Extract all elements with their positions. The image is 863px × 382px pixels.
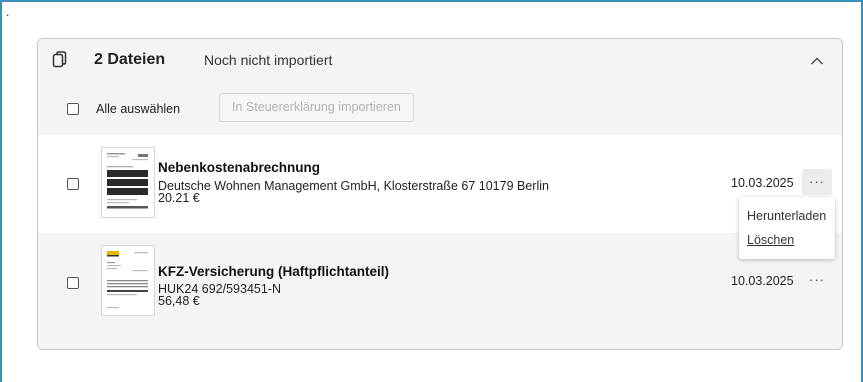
card-header[interactable]: 2 Dateien Noch nicht importiert — [38, 39, 842, 83]
document-checkbox[interactable] — [67, 277, 79, 289]
document-context-menu: Herunterladen Löschen — [739, 197, 835, 259]
file-count: 2 Dateien — [94, 51, 166, 68]
file-group-card: 2 Dateien Noch nicht importiert Alle aus… — [37, 38, 843, 350]
chevron-up-icon[interactable] — [810, 53, 824, 65]
document-checkbox[interactable] — [67, 178, 79, 190]
document-amount: 56,48 € — [158, 294, 200, 308]
document-title: Nebenkostenabrechnung — [158, 160, 321, 175]
document-thumbnail[interactable] — [101, 147, 155, 218]
menu-item-delete[interactable]: Löschen — [747, 233, 794, 247]
select-all-label: Alle auswählen — [96, 102, 181, 116]
menu-item-download[interactable]: Herunterladen — [747, 209, 826, 223]
import-button[interactable]: In Steuererklärung importieren — [219, 93, 414, 122]
document-amount: 20.21 € — [158, 191, 200, 205]
document-subtitle: Deutsche Wohnen Management GmbH, Kloster… — [158, 179, 549, 193]
document-date: 10.03.2025 — [731, 274, 794, 288]
document-row[interactable]: KFZ-Versicherung (Haftpflichtanteil) HUK… — [38, 233, 842, 331]
document-title: KFZ-Versicherung (Haftpflichtanteil) — [158, 264, 390, 279]
document-date: 10.03.2025 — [731, 176, 794, 190]
files-icon — [52, 51, 68, 69]
page-marker: . — [6, 5, 10, 19]
select-all-checkbox[interactable] — [67, 103, 79, 115]
more-horizontal-icon[interactable]: ··· — [802, 169, 832, 195]
document-thumbnail[interactable] — [101, 245, 155, 316]
document-row[interactable]: Nebenkostenabrechnung Deutsche Wohnen Ma… — [38, 135, 842, 233]
more-horizontal-icon[interactable]: ··· — [802, 267, 832, 293]
import-status: Noch nicht importiert — [204, 52, 333, 68]
selection-toolbar: Alle auswählen In Steuererklärung import… — [38, 91, 842, 125]
